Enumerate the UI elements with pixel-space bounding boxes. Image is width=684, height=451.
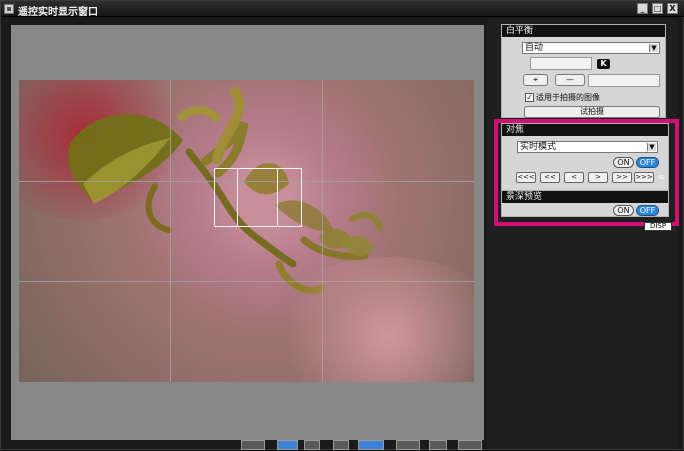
focus-far-large-button[interactable]: >>> [634, 172, 654, 183]
white-balance-card: 白平衡 自动 ▼ K ⌖ — ✓ 适用于拍摄的图像 试拍摄 [501, 24, 666, 118]
plant-image [68, 87, 383, 294]
focus-mode-value: 实时模式 [520, 142, 557, 152]
white-balance-title: 白平衡 [502, 25, 665, 37]
rotate-right-button[interactable] [333, 440, 349, 450]
maximize-button[interactable]: □ [652, 3, 663, 14]
app-icon [4, 4, 14, 14]
chevron-down-icon: ▼ [649, 44, 658, 52]
apply-image-label: 适用于拍摄的图像 [536, 93, 600, 102]
screen-mode-button[interactable] [241, 440, 265, 450]
focus-near-medium-button[interactable]: << [540, 172, 560, 183]
focus-mode-select[interactable]: 实时模式 ▼ [517, 141, 658, 153]
live-view-window: 遥控实时显示窗口 _ □ X 白平衡 自动 ▼ K ⌖ — ✓ 适用于拍摄的图像… [0, 0, 684, 450]
focus-frame-button[interactable] [396, 440, 420, 450]
eyedropper-icon: ⌖ [533, 75, 538, 84]
focus-far-medium-button[interactable]: >> [612, 172, 632, 183]
live-view-photo [19, 80, 474, 382]
chevron-down-icon: ▼ [647, 143, 656, 151]
grid-line-vertical-2 [322, 80, 323, 382]
eyedropper-button[interactable]: ⌖ [523, 74, 548, 86]
grid-line-horizontal-2 [19, 281, 474, 282]
grid-line-vertical-1 [170, 80, 171, 382]
depth-preview-on-button[interactable]: ON [613, 205, 634, 216]
wb-shift-select[interactable]: — [555, 74, 585, 86]
bottom-toolbar [241, 439, 486, 451]
window-title: 遥控实时显示窗口 [18, 7, 98, 18]
infinity-icon: ∞ [657, 172, 666, 183]
focus-near-small-button[interactable]: < [564, 172, 584, 183]
depth-preview-title: 景深预览 [502, 191, 668, 203]
view-size-button[interactable] [358, 440, 384, 450]
wb-preview-field [588, 74, 660, 87]
kelvin-badge: K [597, 59, 610, 69]
focus-on-button[interactable]: ON [613, 157, 634, 168]
title-bar: 遥控实时显示窗口 _ □ X [1, 1, 684, 18]
disp-badge: DISP [644, 222, 672, 231]
grid-toggle-button[interactable] [277, 440, 298, 450]
capture-button[interactable] [429, 440, 447, 450]
test-shot-button[interactable]: 试拍摄 [524, 106, 660, 118]
focus-near-large-button[interactable]: <<< [516, 172, 536, 183]
close-button[interactable]: X [667, 3, 678, 14]
focus-off-button[interactable]: OFF [636, 157, 659, 168]
zoom-button[interactable] [458, 440, 482, 450]
depth-preview-off-button[interactable]: OFF [636, 205, 659, 216]
white-balance-value: 自动 [525, 43, 544, 53]
kelvin-input[interactable] [530, 57, 592, 70]
apply-image-checkbox[interactable]: ✓ [525, 93, 534, 102]
af-frame-center[interactable] [237, 168, 278, 227]
rotate-left-button[interactable] [304, 440, 320, 450]
depth-preview-card: 景深预览 ON OFF [501, 190, 669, 217]
white-balance-select[interactable]: 自动 ▼ [522, 42, 660, 54]
focus-far-small-button[interactable]: > [588, 172, 608, 183]
minimize-button[interactable]: _ [637, 3, 648, 14]
focus-title: 对焦 [502, 124, 668, 136]
